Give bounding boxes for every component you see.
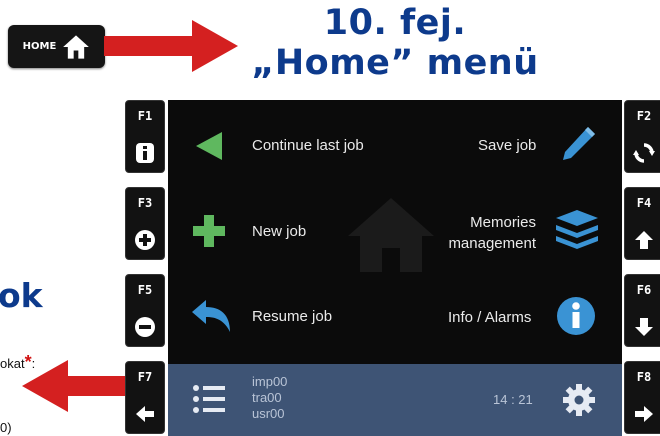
undo-arrow-icon: [192, 300, 230, 332]
layers-icon: [556, 210, 598, 249]
f7-key[interactable]: F7: [125, 361, 165, 434]
f4-label: F4: [636, 196, 652, 210]
home-key: HOME: [8, 25, 105, 68]
title-line-1: 10. fej.: [323, 3, 467, 43]
play-left-icon: [196, 132, 222, 160]
f4-key[interactable]: F4: [624, 187, 660, 260]
arrow-up-icon: [633, 229, 655, 251]
f2-label: F2: [636, 109, 652, 123]
text-fragment-word: okat: [0, 356, 25, 371]
home-watermark-icon: [348, 198, 434, 272]
plus-green-icon: [193, 215, 225, 247]
list-menu-icon[interactable]: [192, 384, 226, 414]
resume-job-label: Resume job: [252, 308, 333, 325]
f5-label: F5: [137, 283, 153, 297]
plus-icon: [134, 229, 156, 251]
home-menu-screen: Continue last job Save job New job Memor…: [168, 100, 622, 436]
f8-key[interactable]: F8: [624, 361, 660, 434]
home-key-label: HOME: [22, 41, 57, 52]
page-title: 10. fej. „Home” menü: [235, 3, 555, 83]
memories-management-label: Memories management: [438, 212, 536, 254]
continue-last-job-label: Continue last job: [252, 137, 364, 154]
title-line-2: „Home” menü: [251, 43, 539, 83]
status-bar: imp00 tra00 usr00 14 : 21: [168, 364, 622, 436]
heading-fragment: ok: [0, 276, 43, 315]
new-job-label: New job: [252, 223, 307, 240]
clock-time: 14 : 21: [493, 392, 533, 407]
paren-fragment: 0): [0, 420, 12, 435]
home-icon: [63, 34, 90, 59]
f6-key[interactable]: F6: [624, 274, 660, 347]
memories-line-2: management: [448, 235, 536, 252]
gear-icon[interactable]: [562, 383, 596, 417]
user-entry: imp00: [252, 374, 288, 389]
info-circle-icon: [557, 297, 595, 335]
arrow-left-icon: [134, 403, 156, 425]
f2-key[interactable]: F2: [624, 100, 660, 173]
user-entry: usr00: [252, 406, 285, 421]
f6-label: F6: [636, 283, 652, 297]
memories-line-1: Memories: [470, 214, 536, 231]
f5-key[interactable]: F5: [125, 274, 165, 347]
f1-label: F1: [137, 109, 153, 123]
user-entry: tra00: [252, 390, 282, 405]
user-list: imp00 tra00 usr00: [252, 374, 287, 422]
pencil-icon: [563, 127, 595, 160]
arrow-right-icon: [633, 403, 655, 425]
refresh-icon: [633, 142, 655, 164]
f7-label: F7: [137, 370, 153, 384]
f8-label: F8: [636, 370, 652, 384]
pointer-arrow-left: [22, 360, 130, 412]
info-icon: [134, 142, 156, 164]
arrow-down-icon: [633, 316, 655, 338]
f3-key[interactable]: F3: [125, 187, 165, 260]
info-alarms-label: Info / Alarms: [448, 309, 532, 326]
save-job-label: Save job: [478, 137, 537, 154]
f1-key[interactable]: F1: [125, 100, 165, 173]
f3-label: F3: [137, 196, 153, 210]
pointer-arrow-right: [104, 20, 238, 72]
minus-icon: [134, 316, 156, 338]
